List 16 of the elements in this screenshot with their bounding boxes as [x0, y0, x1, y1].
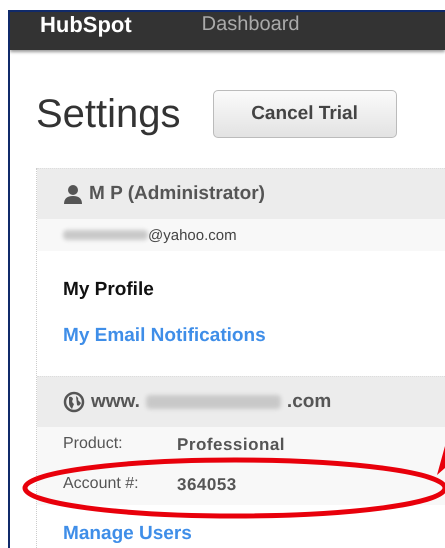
domain-suffix: .com [286, 391, 332, 413]
field-value: Professional [177, 435, 286, 455]
nav-link[interactable]: Dashboard [202, 12, 300, 36]
settings-link[interactable]: My Profile [63, 279, 154, 300]
page-title: Settings [36, 92, 181, 136]
logo[interactable]: HubSpot [40, 12, 132, 38]
domain-prefix: www. [91, 391, 140, 413]
field-label: Account #: [63, 475, 139, 494]
email-text: @yahoo.com [148, 226, 237, 244]
annotation-arrow [437, 446, 445, 475]
user-icon [63, 184, 83, 204]
user-name: M P (Administrator) [89, 183, 265, 205]
field-value: 364053 [177, 475, 237, 495]
field-label: Product: [63, 435, 123, 454]
globe-icon [63, 391, 85, 413]
cancel-trial-button[interactable]: Cancel Trial [212, 90, 397, 138]
